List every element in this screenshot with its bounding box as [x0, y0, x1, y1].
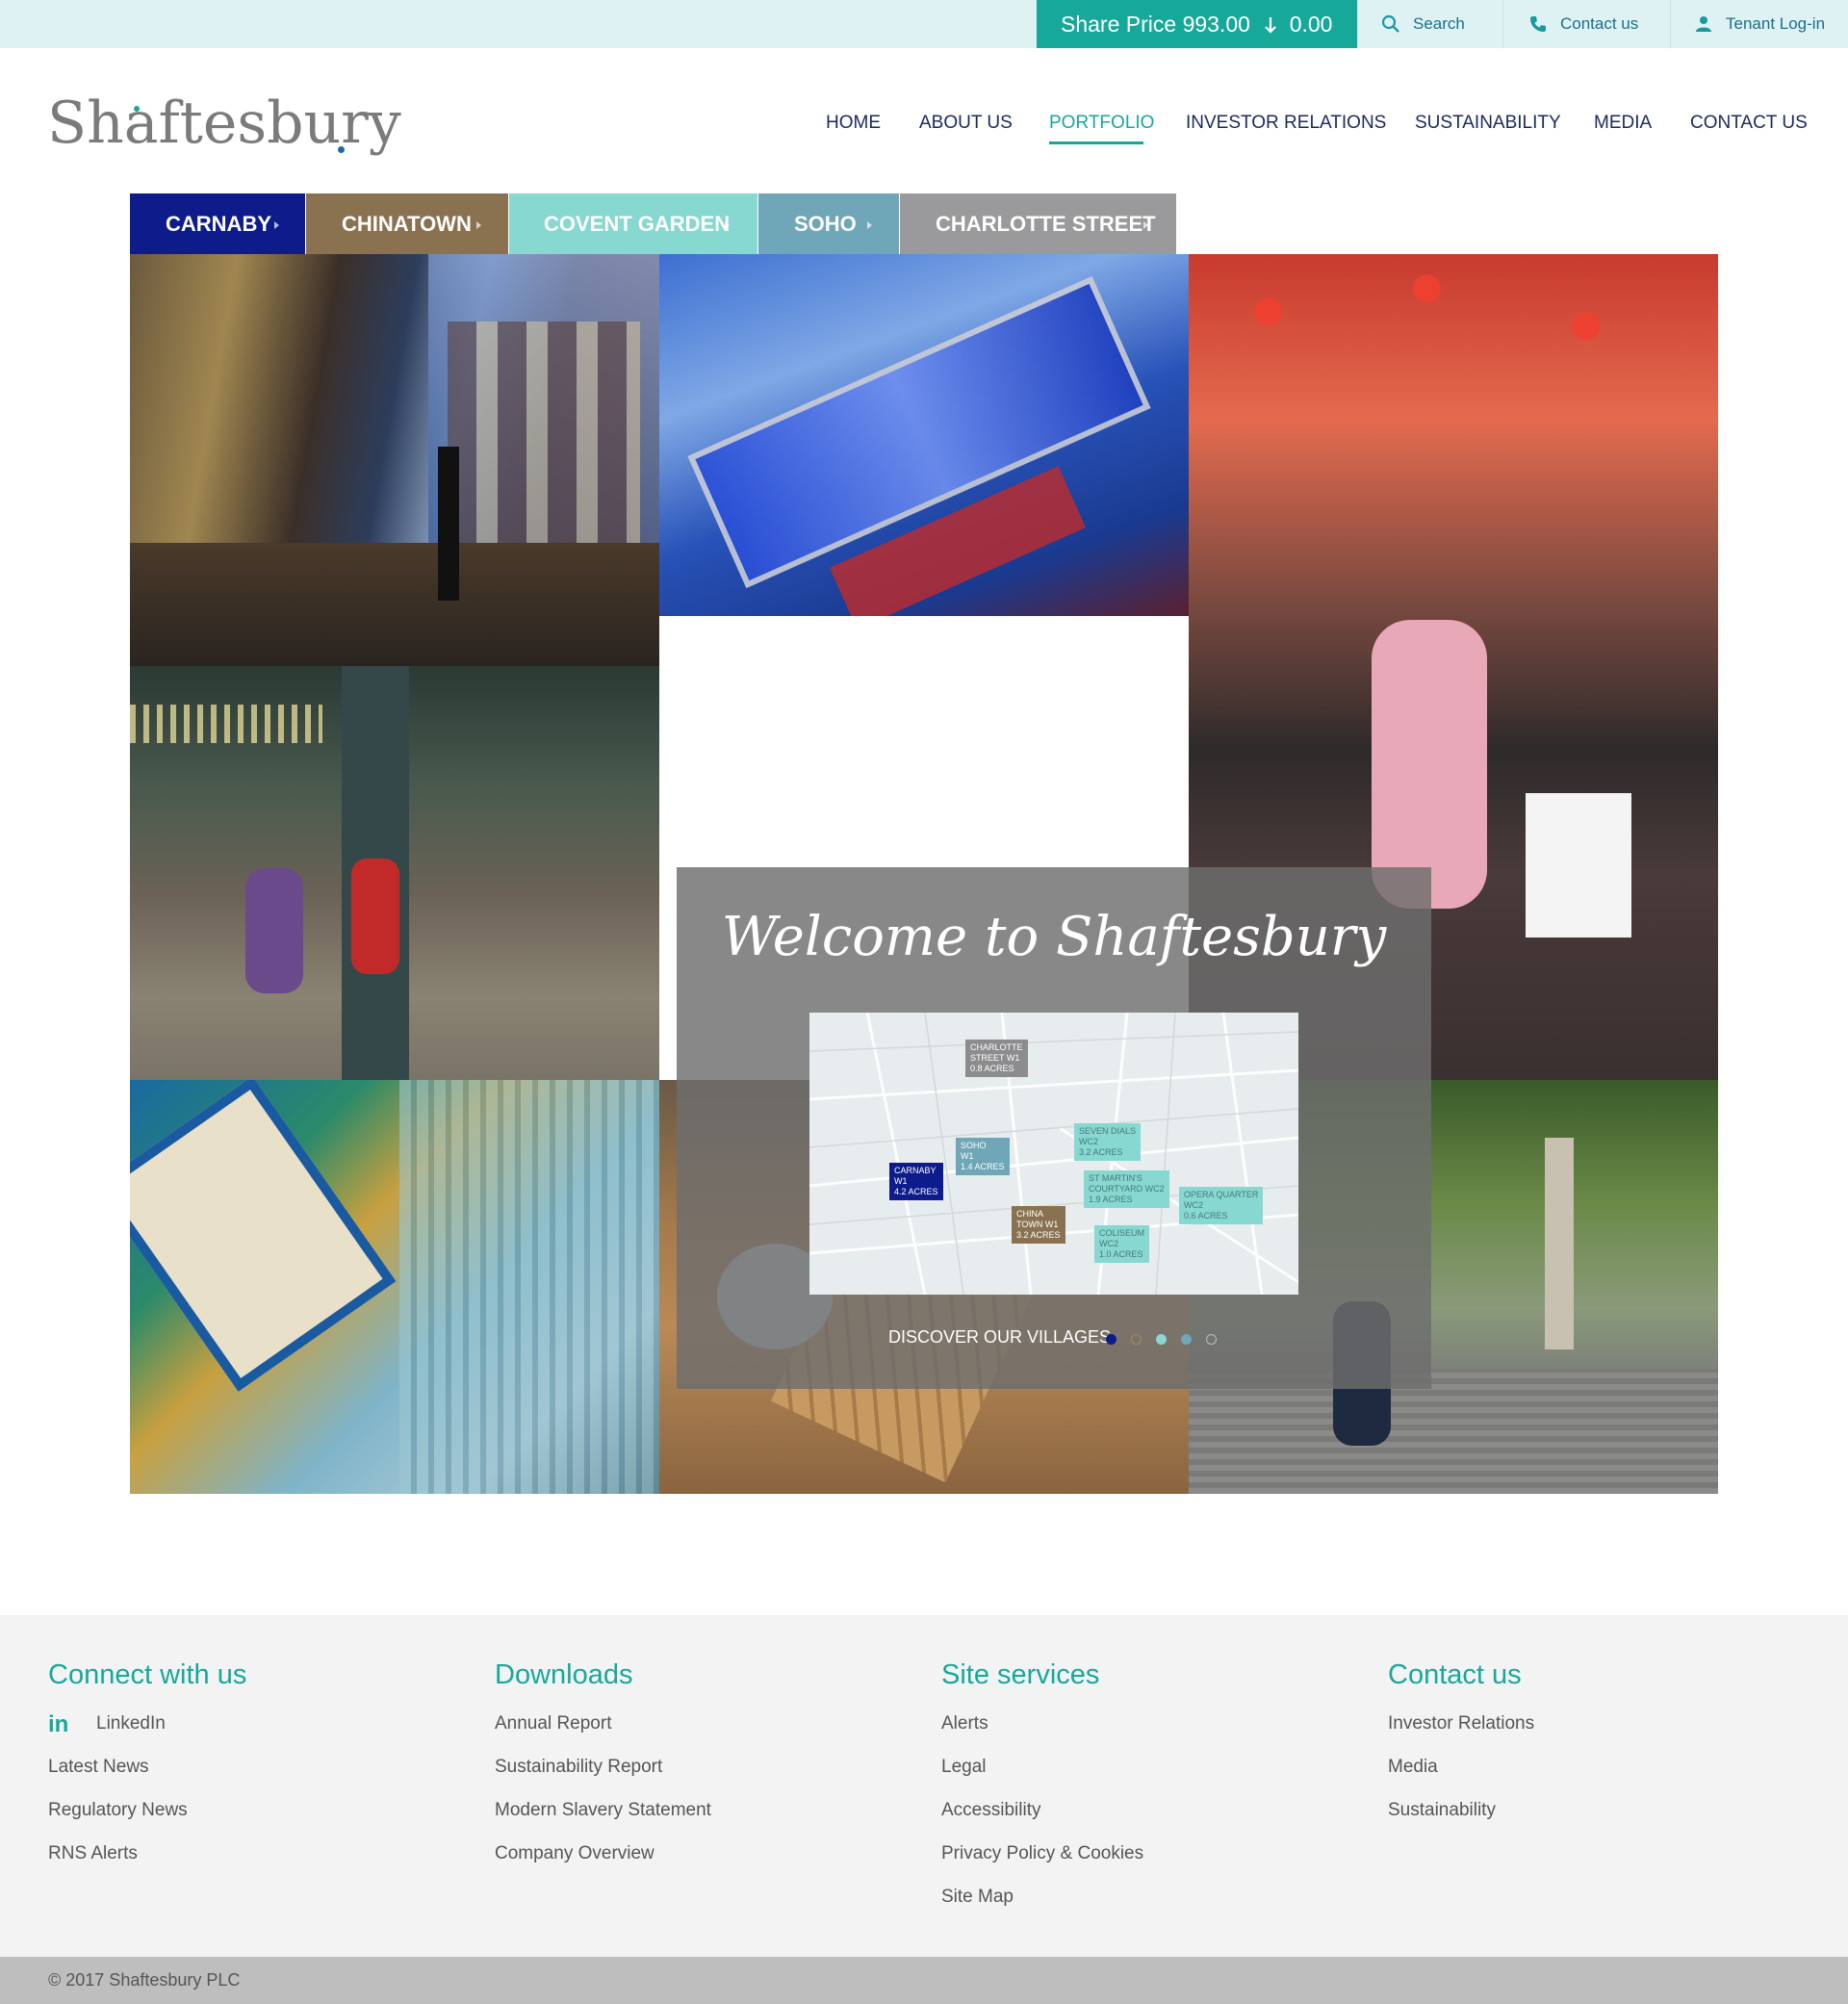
- tab-chinatown[interactable]: CHINATOWN: [306, 193, 508, 254]
- footer-link-legal[interactable]: Legal: [941, 1757, 987, 1778]
- photo-carnaby-sign: [659, 254, 1189, 616]
- tab-label: CHARLOTTE STREET: [936, 212, 1156, 236]
- footer-link-accessibility[interactable]: Accessibility: [941, 1800, 1040, 1821]
- photo-chinatown-gate: [130, 1080, 659, 1494]
- footer-link-investor-relations[interactable]: Investor Relations: [1388, 1713, 1534, 1734]
- chevron-right-icon: [867, 221, 872, 229]
- footer-link-alerts[interactable]: Alerts: [941, 1713, 988, 1734]
- tab-carnaby[interactable]: CARNABY: [130, 193, 305, 254]
- tab-soho[interactable]: SOHO: [758, 193, 899, 254]
- tab-label: CARNABY: [166, 212, 271, 236]
- share-price-ticker[interactable]: Share Price 993.00 0.00: [1037, 0, 1357, 48]
- hero-mosaic: Welcome to Shaftesbury CHARLOTTE STREET W…: [130, 254, 1718, 1494]
- slide-dot-carnaby[interactable]: [1106, 1334, 1116, 1345]
- map-streets: [809, 1013, 1298, 1295]
- tenant-login-link[interactable]: Tenant Log-in: [1670, 0, 1848, 48]
- nav-media[interactable]: MEDIA: [1594, 108, 1652, 139]
- tab-label: COVENT GARDEN: [544, 212, 731, 236]
- footer-link-company-overview[interactable]: Company Overview: [495, 1843, 654, 1864]
- main-nav: HOME ABOUT US PORTFOLIO INVESTOR RELATIO…: [0, 108, 1848, 146]
- chevron-right-icon: [1143, 221, 1148, 229]
- linkedin-icon[interactable]: in: [48, 1711, 68, 1738]
- discover-villages-link[interactable]: DISCOVER OUR VILLAGES: [888, 1327, 1111, 1348]
- share-price-change: 0.00: [1289, 12, 1333, 37]
- footer-heading: Site services: [941, 1659, 1100, 1690]
- contact-us-link[interactable]: Contact us: [1502, 0, 1670, 48]
- user-icon: [1696, 16, 1711, 32]
- footer-link-media[interactable]: Media: [1388, 1757, 1438, 1778]
- footer: Connect with us in LinkedIn Latest News …: [0, 1615, 1848, 1957]
- search-link[interactable]: Search: [1357, 0, 1502, 48]
- utility-bar: Share Price 993.00 0.00 Search Contact u…: [0, 0, 1848, 48]
- photo-carnaby-street: [130, 254, 659, 666]
- logo-dot: [338, 146, 345, 153]
- map-label-charlotte-street[interactable]: CHARLOTTE STREET W1 0.8 ACRES: [965, 1040, 1028, 1077]
- welcome-title: Welcome to Shaftesbury: [721, 906, 1387, 968]
- search-icon: [1381, 14, 1399, 33]
- welcome-panel: Welcome to Shaftesbury CHARLOTTE STREET W…: [677, 867, 1431, 1389]
- map-label-st-martins[interactable]: ST MARTIN'S COURTYARD WC2 1.9 ACRES: [1084, 1170, 1169, 1208]
- chevron-right-icon: [476, 221, 481, 229]
- copyright-text: © 2017 Shaftesbury PLC: [48, 1970, 241, 1990]
- footer-link-annual-report[interactable]: Annual Report: [495, 1713, 611, 1734]
- nav-contact-us[interactable]: CONTACT US: [1690, 108, 1808, 139]
- photo-cafe-street: [130, 666, 659, 1080]
- share-price-value: 993.00: [1182, 12, 1250, 37]
- tab-charlotte-street[interactable]: CHARLOTTE STREET: [900, 193, 1176, 254]
- footer-link-latest-news[interactable]: Latest News: [48, 1757, 149, 1778]
- footer-link-site-map[interactable]: Site Map: [941, 1887, 1014, 1908]
- footer-link-rns-alerts[interactable]: RNS Alerts: [48, 1843, 138, 1864]
- map-label-carnaby[interactable]: CARNABY W1 4.2 ACRES: [889, 1163, 943, 1200]
- footer-heading: Connect with us: [48, 1659, 247, 1690]
- chevron-right-icon: [274, 221, 279, 229]
- footer-heading: Contact us: [1388, 1659, 1522, 1690]
- copyright-bar: © 2017 Shaftesbury PLC: [0, 1957, 1848, 2004]
- chevron-right-icon: [725, 221, 730, 229]
- map-label-seven-dials[interactable]: SEVEN DIALS WC2 3.2 ACRES: [1074, 1123, 1142, 1161]
- down-arrow-icon: [1264, 0, 1277, 48]
- tab-label: SOHO: [794, 212, 857, 236]
- villages-map[interactable]: CHARLOTTE STREET W1 0.8 ACRES SOHO W1 1.4 AC…: [809, 1013, 1298, 1295]
- map-label-opera-quarter[interactable]: OPERA QUARTER WC2 0.6 ACRES: [1179, 1187, 1264, 1224]
- footer-heading: Downloads: [495, 1659, 633, 1690]
- contact-us-label: Contact us: [1560, 14, 1639, 33]
- tenant-login-label: Tenant Log-in: [1726, 14, 1826, 33]
- map-label-soho[interactable]: SOHO W1 1.4 ACRES: [956, 1138, 1010, 1175]
- map-label-chinatown[interactable]: CHINA TOWN W1 3.2 ACRES: [1012, 1206, 1065, 1244]
- slide-dot-soho[interactable]: [1181, 1334, 1192, 1345]
- tab-label: CHINATOWN: [342, 212, 472, 236]
- nav-about-us[interactable]: ABOUT US: [919, 108, 1013, 139]
- footer-link-privacy[interactable]: Privacy Policy & Cookies: [941, 1843, 1143, 1864]
- nav-home[interactable]: HOME: [826, 108, 881, 139]
- phone-icon: [1530, 16, 1546, 32]
- share-price-label: Share Price: [1061, 12, 1177, 37]
- search-label: Search: [1413, 14, 1465, 33]
- slide-dot-charlotte-street[interactable]: [1206, 1334, 1217, 1345]
- slide-dot-covent-garden[interactable]: [1156, 1334, 1167, 1345]
- nav-investor-relations[interactable]: INVESTOR RELATIONS: [1186, 108, 1386, 139]
- footer-link-linkedin[interactable]: LinkedIn: [96, 1713, 166, 1734]
- nav-active-underline: [1049, 141, 1143, 144]
- slide-dot-chinatown[interactable]: [1131, 1334, 1142, 1345]
- nav-portfolio[interactable]: PORTFOLIO: [1049, 108, 1154, 139]
- footer-link-modern-slavery[interactable]: Modern Slavery Statement: [495, 1800, 711, 1821]
- footer-link-sustainability[interactable]: Sustainability: [1388, 1800, 1496, 1821]
- footer-link-sustainability-report[interactable]: Sustainability Report: [495, 1757, 662, 1778]
- map-label-coliseum[interactable]: COLISEUM WC2 1.0 ACRES: [1094, 1225, 1150, 1263]
- footer-link-regulatory-news[interactable]: Regulatory News: [48, 1800, 188, 1821]
- tab-covent-garden[interactable]: COVENT GARDEN: [509, 193, 757, 254]
- nav-sustainability[interactable]: SUSTAINABILITY: [1415, 108, 1561, 139]
